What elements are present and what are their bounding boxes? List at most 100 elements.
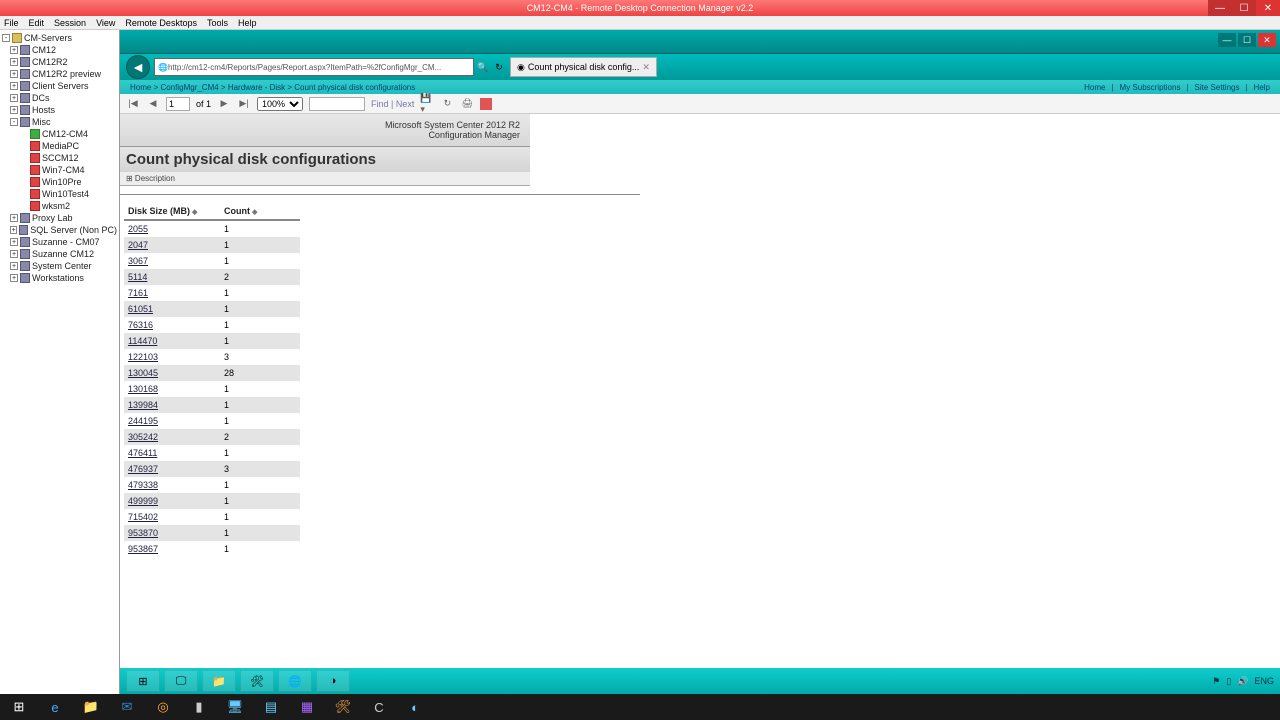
menu-help[interactable]: Help — [238, 18, 257, 28]
expand-icon[interactable]: + — [10, 214, 18, 222]
header-link-home[interactable]: Home — [1084, 83, 1105, 92]
expand-icon[interactable]: - — [10, 118, 18, 126]
disk-size-cell[interactable]: 715402 — [124, 509, 220, 525]
disk-size-cell[interactable]: 130045 — [124, 365, 220, 381]
last-page-button[interactable]: ▶| — [237, 97, 251, 111]
host-task-rdp-icon[interactable]: 🖥 — [218, 695, 252, 719]
report-description-toggle[interactable]: ⊞ Description — [120, 172, 530, 186]
tab-close-icon[interactable]: ✕ — [642, 62, 650, 73]
page-number-input[interactable] — [166, 97, 190, 111]
expand-icon[interactable]: + — [10, 262, 18, 270]
tree-item[interactable]: +Workstations — [10, 272, 117, 284]
remote-task-ie-icon[interactable]: 🌐 — [278, 670, 312, 692]
host-task-explorer-icon[interactable]: 📁 — [74, 695, 108, 719]
expand-icon[interactable]: - — [2, 34, 10, 42]
host-task-app3-icon[interactable]: ▦ — [290, 695, 324, 719]
tray-volume-icon[interactable]: 🔊 — [1237, 676, 1248, 687]
disk-size-cell[interactable]: 130168 — [124, 381, 220, 397]
refresh-report-icon[interactable]: ↻ — [440, 97, 454, 111]
find-next-link[interactable]: Find | Next — [371, 99, 414, 109]
menu-remote-desktops[interactable]: Remote Desktops — [125, 18, 197, 28]
remote-tray[interactable]: ⚑ ▯ 🔊 ENG — [1212, 676, 1274, 687]
menu-view[interactable]: View — [96, 18, 115, 28]
tree-item[interactable]: +Client Servers — [10, 80, 117, 92]
first-page-button[interactable]: |◀ — [126, 97, 140, 111]
maximize-button[interactable]: ☐ — [1232, 0, 1256, 16]
tree-item[interactable]: Win10Test4 — [18, 188, 117, 200]
ie-close-button[interactable]: ✕ — [1258, 33, 1276, 47]
tree-item[interactable]: -Misc — [10, 116, 117, 128]
disk-size-cell[interactable]: 114470 — [124, 333, 220, 349]
disk-size-cell[interactable]: 476411 — [124, 445, 220, 461]
host-task-app-icon[interactable]: ◎ — [146, 695, 180, 719]
stop-icon[interactable] — [480, 98, 492, 110]
remote-task-tools-icon[interactable]: 🛠 — [240, 670, 274, 692]
disk-size-cell[interactable]: 2047 — [124, 237, 220, 253]
browser-tab[interactable]: ◉ Count physical disk config... ✕ — [510, 57, 657, 77]
tree-item[interactable]: +CM12R2 — [10, 56, 117, 68]
tray-network-icon[interactable]: ▯ — [1226, 676, 1231, 687]
menu-session[interactable]: Session — [54, 18, 86, 28]
host-task-app2-icon[interactable]: ▤ — [254, 695, 288, 719]
disk-size-cell[interactable]: 476937 — [124, 461, 220, 477]
tray-flag-icon[interactable]: ⚑ — [1212, 676, 1220, 687]
disk-size-cell[interactable]: 479338 — [124, 477, 220, 493]
menu-tools[interactable]: Tools — [207, 18, 228, 28]
disk-size-cell[interactable]: 76316 — [124, 317, 220, 333]
expand-icon[interactable]: + — [10, 106, 18, 114]
tree-root[interactable]: CM-Servers — [24, 32, 72, 44]
tray-lang[interactable]: ENG — [1254, 676, 1274, 686]
tree-item[interactable]: +Suzanne - CM07 — [10, 236, 117, 248]
zoom-select[interactable]: 100% — [257, 97, 303, 111]
tree-item[interactable]: +SQL Server (Non PC) — [10, 224, 117, 236]
tree-item[interactable]: +Proxy Lab — [10, 212, 117, 224]
disk-size-cell[interactable]: 2055 — [124, 220, 220, 237]
disk-size-cell[interactable]: 305242 — [124, 429, 220, 445]
remote-task-app-icon[interactable]: ◑ — [316, 670, 350, 692]
host-task-app6-icon[interactable]: ◐ — [398, 695, 432, 719]
expand-icon[interactable]: + — [10, 226, 17, 234]
host-task-terminal-icon[interactable]: ▮ — [182, 695, 216, 719]
export-icon[interactable]: 💾▾ — [420, 97, 434, 111]
host-taskbar[interactable]: ⊞ e 📁 ✉ ◎ ▮ 🖥 ▤ ▦ 🛠 C ◐ — [0, 694, 1280, 720]
disk-size-cell[interactable]: 953867 — [124, 541, 220, 557]
disk-size-cell[interactable]: 122103 — [124, 349, 220, 365]
breadcrumb[interactable]: Home > ConfigMgr_CM4 > Hardware - Disk >… — [130, 83, 415, 92]
remote-start-button[interactable]: ⊞ — [126, 670, 160, 692]
remote-task-explorer-icon[interactable]: 📁 — [202, 670, 236, 692]
ie-minimize-button[interactable]: — — [1218, 33, 1236, 47]
expand-icon[interactable]: + — [10, 70, 18, 78]
disk-size-cell[interactable]: 244195 — [124, 413, 220, 429]
tree-item[interactable]: Win7-CM4 — [18, 164, 117, 176]
host-task-outlook-icon[interactable]: ✉ — [110, 695, 144, 719]
menu-file[interactable]: File — [4, 18, 19, 28]
header-link-help[interactable]: Help — [1254, 83, 1270, 92]
print-icon[interactable]: 🖨 — [460, 97, 474, 111]
prev-page-button[interactable]: ◀ — [146, 97, 160, 111]
menu-edit[interactable]: Edit — [29, 18, 45, 28]
expand-icon[interactable]: + — [10, 46, 18, 54]
next-page-button[interactable]: ▶ — [217, 97, 231, 111]
disk-size-cell[interactable]: 7161 — [124, 285, 220, 301]
tree-item[interactable]: SCCM12 — [18, 152, 117, 164]
expand-icon[interactable]: + — [10, 94, 18, 102]
tree-item[interactable]: MediaPC — [18, 140, 117, 152]
close-button[interactable]: ✕ — [1256, 0, 1280, 16]
remote-taskbar[interactable]: ⊞ 🖵 📁 🛠 🌐 ◑ ⚑ ▯ 🔊 ENG — [120, 668, 1280, 694]
col-header-disk-size[interactable]: Disk Size (MB)◆ — [124, 203, 220, 220]
tree-item[interactable]: Win10Pre — [18, 176, 117, 188]
address-bar[interactable]: 🌐 http://cm12-cm4/Reports/Pages/Report.a… — [154, 58, 474, 76]
ie-maximize-button[interactable]: ☐ — [1238, 33, 1256, 47]
rdcman-titlebar[interactable]: CM12-CM4 - Remote Desktop Connection Man… — [0, 0, 1280, 16]
back-button[interactable]: ◄ — [126, 55, 150, 79]
search-icon[interactable]: 🔍 — [476, 60, 490, 74]
tree-item[interactable]: +Suzanne CM12 — [10, 248, 117, 260]
tree-item[interactable]: +Hosts — [10, 104, 117, 116]
tree-item[interactable]: +CM12 — [10, 44, 117, 56]
refresh-icon[interactable]: ↻ — [492, 60, 506, 74]
tree-item[interactable]: wksm2 — [18, 200, 117, 212]
tree-item[interactable]: +DCs — [10, 92, 117, 104]
remote-task-server-icon[interactable]: 🖵 — [164, 670, 198, 692]
host-start-button[interactable]: ⊞ — [2, 695, 36, 719]
disk-size-cell[interactable]: 5114 — [124, 269, 220, 285]
